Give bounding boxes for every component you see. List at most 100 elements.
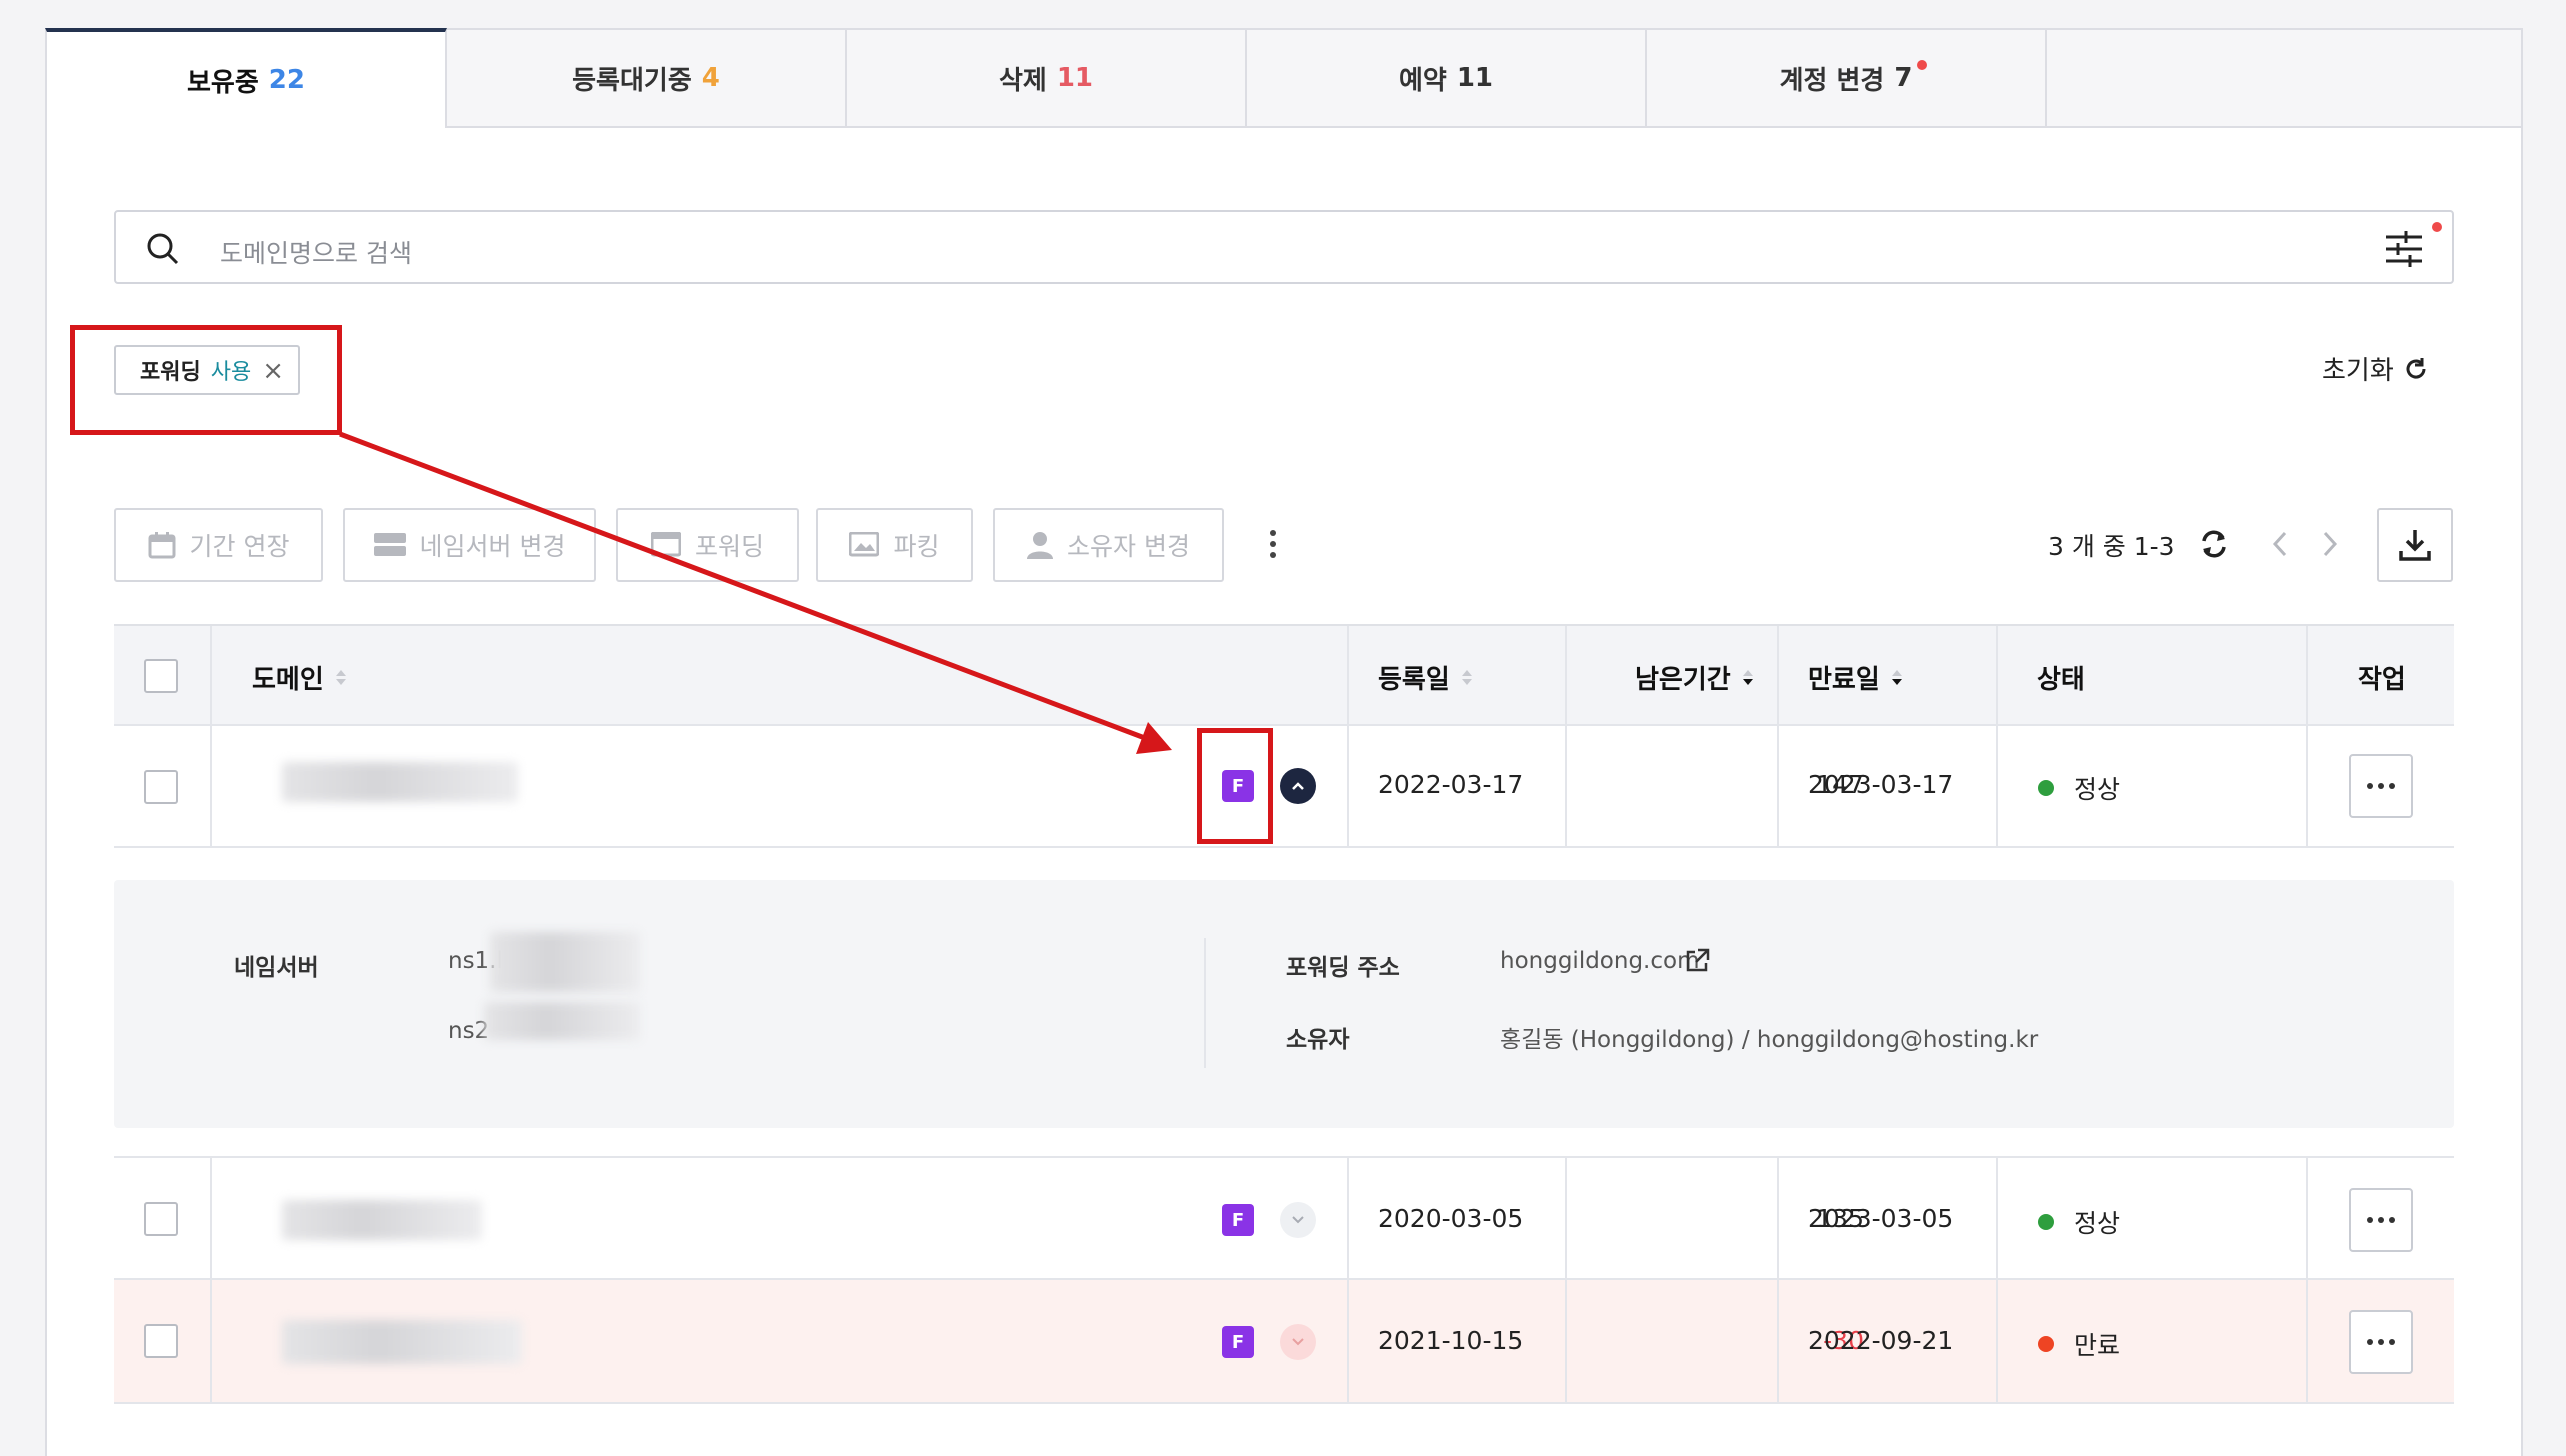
column-divider xyxy=(1347,1158,1349,1404)
table-header: 도메인 등록일 남은기간 만료일 상태 작업 xyxy=(114,624,2454,726)
refresh-icon[interactable] xyxy=(2198,528,2230,560)
column-divider xyxy=(1777,1158,1779,1404)
forwarding-button[interactable]: 포워딩 xyxy=(616,508,799,582)
column-divider xyxy=(1565,1158,1567,1404)
row-more-button[interactable] xyxy=(2349,754,2413,818)
registered-date: 2020-03-05 xyxy=(1378,1204,1524,1233)
status-dot xyxy=(2038,1214,2054,1230)
status-badge: 정상 xyxy=(2038,1204,2120,1240)
select-all-checkbox[interactable] xyxy=(144,659,178,693)
status-label: 만료 xyxy=(2074,1331,2121,1360)
header-label: 등록일 xyxy=(1378,665,1450,695)
sort-icon xyxy=(1891,670,1902,685)
header-label: 상태 xyxy=(2037,665,2085,695)
blurred-nameserver xyxy=(484,1002,640,1040)
annotation-box-badge xyxy=(1197,728,1273,844)
forwarding-address-label: 포워딩 주소 xyxy=(1286,955,1400,981)
filter-settings-icon[interactable] xyxy=(2384,229,2426,269)
expires-date: 2023-03-17 xyxy=(1808,770,1954,799)
collapse-icon[interactable] xyxy=(1280,768,1316,804)
row-checkbox[interactable] xyxy=(144,1202,178,1236)
tab-empty xyxy=(2047,28,2523,128)
sort-icon xyxy=(1461,670,1472,685)
tab-holding[interactable]: 보유중 22 xyxy=(45,28,447,128)
row-more-button[interactable] xyxy=(2349,1188,2413,1252)
header-registered[interactable]: 등록일 xyxy=(1378,659,1472,696)
header-expires[interactable]: 만료일 xyxy=(1808,659,1902,696)
search-bar[interactable]: 도메인명으로 검색 xyxy=(114,210,2454,284)
column-divider xyxy=(1777,626,1779,848)
row-checkbox[interactable] xyxy=(144,770,178,804)
image-icon xyxy=(849,532,880,557)
chevron-right-icon[interactable] xyxy=(2320,530,2340,558)
sort-icon xyxy=(1742,670,1753,685)
download-icon xyxy=(2399,530,2431,561)
refresh-icon xyxy=(2406,357,2426,378)
status-label: 정상 xyxy=(2074,1209,2121,1238)
column-divider xyxy=(1996,1158,1998,1404)
owner-value: 홍길동 (Honggildong) / honggildong@hosting.… xyxy=(1500,1027,2039,1053)
server-icon xyxy=(373,533,406,556)
status-dot xyxy=(2038,780,2054,796)
registered-date: 2022-03-17 xyxy=(1378,770,1524,799)
expires-date: 2023-03-05 xyxy=(1808,1204,1954,1233)
row-more-button[interactable] xyxy=(2349,1310,2413,1374)
user-icon xyxy=(1027,532,1054,559)
search-input[interactable]: 도메인명으로 검색 xyxy=(220,234,412,270)
search-icon xyxy=(147,233,179,265)
column-divider xyxy=(1996,626,1998,848)
forwarding-badge: F xyxy=(1222,1204,1254,1236)
button-label: 파킹 xyxy=(893,532,940,561)
tab-label: 등록대기중 xyxy=(572,65,692,96)
calendar-icon xyxy=(148,532,176,559)
tab-label: 보유중 xyxy=(187,67,259,98)
external-link-icon[interactable] xyxy=(1684,948,1710,974)
status-label: 정상 xyxy=(2074,775,2121,804)
expand-icon[interactable] xyxy=(1280,1202,1316,1238)
row-checkbox[interactable] xyxy=(144,1324,178,1358)
header-label: 만료일 xyxy=(1808,665,1880,695)
blurred-domain xyxy=(282,762,518,802)
chevron-left-icon[interactable] xyxy=(2270,530,2290,558)
table-row: F 2022-03-17 147 2023-03-17 정상 xyxy=(114,726,2454,848)
divider xyxy=(1204,938,1206,1068)
status-badge: 만료 xyxy=(2038,1326,2120,1362)
expires-date: 2022-09-21 xyxy=(1808,1326,1954,1355)
column-divider xyxy=(2306,1158,2308,1404)
tab-deleted[interactable]: 삭제 11 xyxy=(847,28,1247,128)
download-button[interactable] xyxy=(2377,508,2453,582)
annotation-box-chip xyxy=(70,325,342,435)
table-row: F 2021-10-15 -30 2022-09-21 만료 xyxy=(114,1280,2454,1404)
extend-period-button[interactable]: 기간 연장 xyxy=(114,508,323,582)
parking-button[interactable]: 파킹 xyxy=(816,508,973,582)
reset-button[interactable]: 초기화 xyxy=(2322,350,2430,387)
forwarding-address[interactable]: honggildong.com xyxy=(1500,948,1700,974)
header-status: 상태 xyxy=(2037,659,2085,696)
button-label: 포워딩 xyxy=(694,532,764,561)
tab-account-change[interactable]: 계정 변경 7 xyxy=(1647,28,2047,128)
owner-label: 소유자 xyxy=(1286,1027,1350,1053)
expand-icon[interactable] xyxy=(1280,1324,1316,1360)
header-remaining[interactable]: 남은기간 xyxy=(1635,659,1753,696)
change-nameserver-button[interactable]: 네임서버 변경 xyxy=(343,508,596,582)
change-owner-button[interactable]: 소유자 변경 xyxy=(993,508,1224,582)
header-domain[interactable]: 도메인 xyxy=(252,659,346,696)
forwarding-badge: F xyxy=(1222,1326,1254,1358)
tab-reserved[interactable]: 예약 11 xyxy=(1247,28,1647,128)
sort-icon xyxy=(335,670,346,685)
more-actions-icon[interactable] xyxy=(1270,530,1276,563)
tab-pending[interactable]: 등록대기중 4 xyxy=(447,28,847,128)
forward-icon xyxy=(650,532,681,557)
column-divider xyxy=(210,1158,212,1404)
tab-count: 22 xyxy=(268,65,305,95)
column-divider xyxy=(210,626,212,848)
header-label: 도메인 xyxy=(252,665,324,695)
nameserver-label: 네임서버 xyxy=(234,955,319,981)
tab-count: 11 xyxy=(1056,63,1094,93)
status-badge: 정상 xyxy=(2038,770,2120,806)
tab-count: 11 xyxy=(1456,63,1494,93)
tab-label: 예약 xyxy=(1398,65,1447,96)
header-label: 작업 xyxy=(2358,665,2406,695)
table-row: F 2020-03-05 135 2023-03-05 정상 xyxy=(114,1156,2454,1280)
blurred-nameserver xyxy=(490,932,640,992)
